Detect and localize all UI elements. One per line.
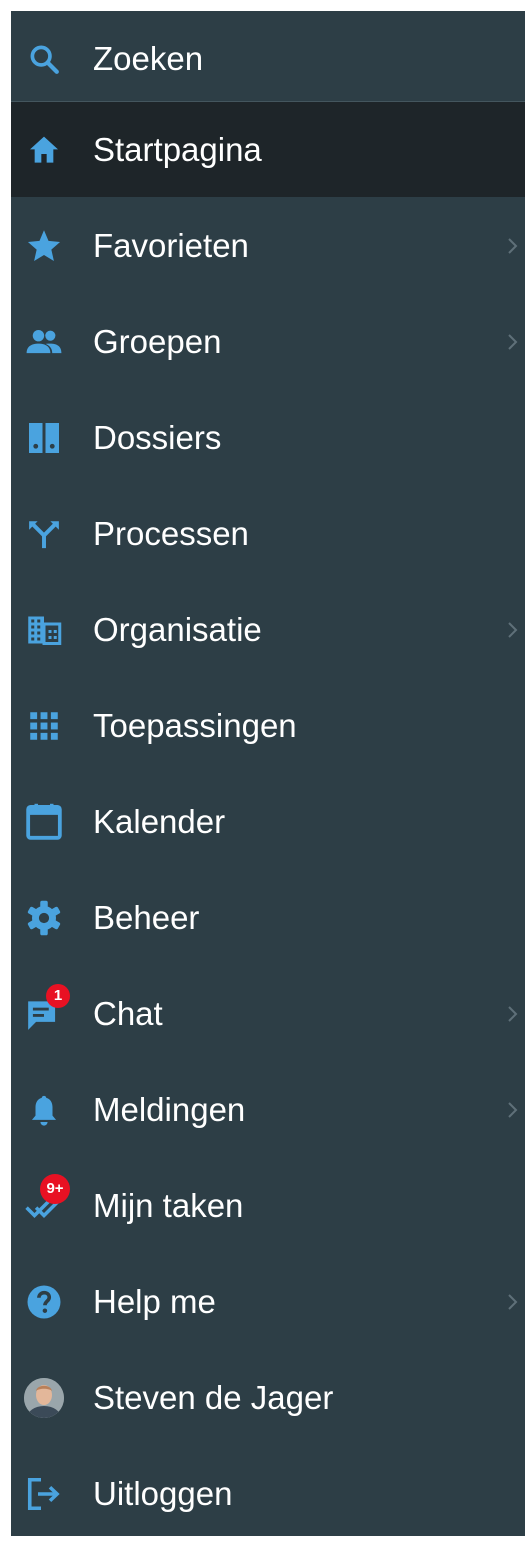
avatar xyxy=(24,1377,64,1418)
nav-item-toepassingen[interactable]: Toepassingen xyxy=(11,678,525,773)
nav-item-label: Mijn taken xyxy=(93,1186,244,1224)
nav-item-label: Processen xyxy=(93,514,249,552)
nav-item-uitloggen[interactable]: Uitloggen xyxy=(11,1446,525,1541)
nav-item-label: Steven de Jager xyxy=(93,1378,334,1416)
group-icon xyxy=(24,322,64,362)
double-check-icon: 9+ xyxy=(24,1173,70,1226)
nav-item-beheer[interactable]: Beheer xyxy=(11,870,525,965)
search-label: Zoeken xyxy=(93,39,204,77)
nav-item-label: Dossiers xyxy=(93,418,222,456)
nav-item-profile[interactable]: Steven de Jager xyxy=(11,1350,525,1445)
nav-item-kalender[interactable]: Kalender xyxy=(11,774,525,869)
chevron-right-icon xyxy=(503,231,523,261)
chevron-right-icon xyxy=(503,327,523,357)
chat-icon: 1 xyxy=(24,983,70,1034)
nav-item-label: Help me xyxy=(93,1282,216,1320)
gear-icon xyxy=(24,898,64,938)
search-icon xyxy=(24,39,64,79)
nav-item-startpagina[interactable]: Startpagina xyxy=(11,102,525,197)
search-item[interactable]: Zoeken xyxy=(11,11,525,106)
binders-icon xyxy=(24,418,64,458)
home-icon xyxy=(24,130,64,170)
nav-item-help-me[interactable]: Help me xyxy=(11,1254,525,1349)
nav-item-meldingen[interactable]: Meldingen xyxy=(11,1062,525,1157)
chevron-right-icon xyxy=(503,1095,523,1125)
calendar-icon xyxy=(24,802,64,842)
chat-badge: 1 xyxy=(46,983,70,1008)
nav-item-label: Organisatie xyxy=(93,610,262,648)
tasks-badge: 9+ xyxy=(40,1173,70,1204)
nav-item-label: Meldingen xyxy=(93,1090,246,1128)
nav-item-processen[interactable]: Processen xyxy=(11,486,525,581)
apps-grid-icon xyxy=(24,706,64,746)
chevron-right-icon xyxy=(503,1287,523,1317)
nav-item-label: Beheer xyxy=(93,898,200,936)
nav-item-label: Kalender xyxy=(93,802,226,840)
nav-item-organisatie[interactable]: Organisatie xyxy=(11,582,525,677)
building-icon xyxy=(24,610,64,650)
star-icon xyxy=(24,226,64,266)
chevron-right-icon xyxy=(503,999,523,1029)
user-avatar-icon xyxy=(24,1377,64,1418)
nav-item-label: Toepassingen xyxy=(93,706,297,744)
help-icon xyxy=(24,1282,64,1322)
nav-item-label: Chat xyxy=(93,994,163,1032)
nav-item-label: Startpagina xyxy=(93,130,262,168)
nav-item-dossiers[interactable]: Dossiers xyxy=(11,390,525,485)
nav-item-chat[interactable]: 1 Chat xyxy=(11,966,525,1061)
logout-icon xyxy=(24,1474,64,1514)
bell-icon xyxy=(24,1090,64,1130)
nav-item-mijn-taken[interactable]: 9+ Mijn taken xyxy=(11,1158,525,1253)
nav-item-label: Favorieten xyxy=(93,226,249,264)
nav-item-groepen[interactable]: Groepen xyxy=(11,294,525,389)
fork-icon xyxy=(24,514,64,554)
nav-item-label: Groepen xyxy=(93,322,222,360)
chevron-right-icon xyxy=(503,615,523,645)
nav-item-favorieten[interactable]: Favorieten xyxy=(11,198,525,293)
nav-item-label: Uitloggen xyxy=(93,1474,233,1512)
sidebar: Zoeken Startpagina Favorieten Groepen Do… xyxy=(11,11,525,1536)
